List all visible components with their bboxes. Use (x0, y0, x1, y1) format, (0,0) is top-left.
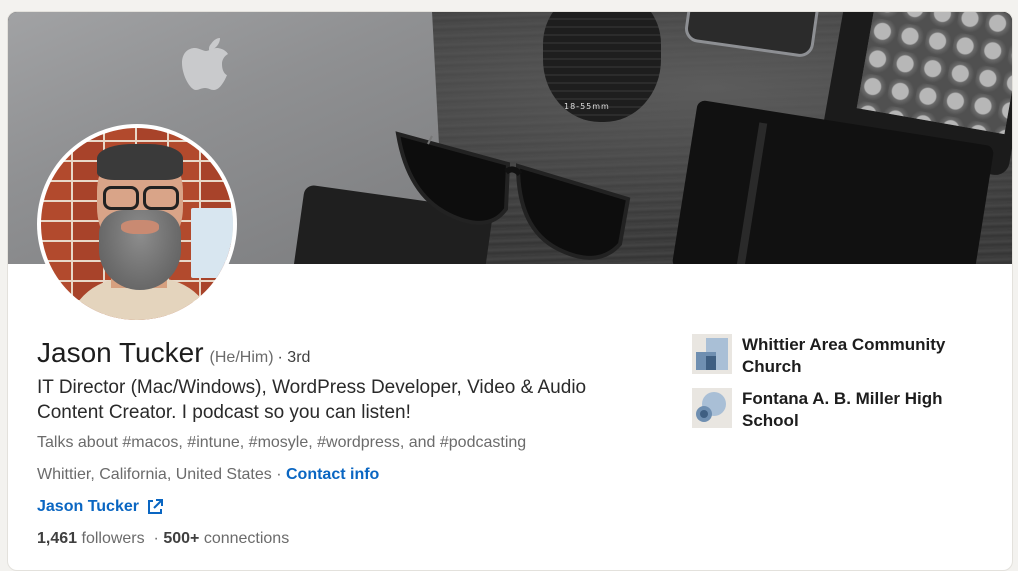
connections-label[interactable]: connections (204, 530, 289, 547)
company-logo-icon (692, 334, 732, 374)
avatar-glasses-left (103, 186, 139, 210)
profile-name: Jason Tucker (37, 337, 204, 368)
apple-logo-icon (182, 38, 228, 90)
location-row: Whittier, California, United States · Co… (37, 466, 379, 484)
avatar-background-poster (191, 208, 233, 278)
profile-stats: 1,461 followers · 500+ connections (37, 530, 289, 548)
avatar-hair (97, 144, 183, 180)
school-logo-icon (692, 388, 732, 428)
avatar-photo (41, 128, 233, 320)
profile-avatar[interactable] (37, 124, 237, 324)
profile-headline: IT Director (Mac/Windows), WordPress Dev… (37, 377, 587, 423)
followers-label: followers (81, 530, 145, 547)
contact-info-link[interactable]: Contact info (286, 466, 379, 483)
connection-degree: · 3rd (277, 349, 311, 366)
organization-name: Whittier Area Community Church (742, 335, 946, 376)
banner-sunglasses (395, 131, 631, 260)
organization-name: Fontana A. B. Miller High School (742, 389, 943, 430)
avatar-mouth (121, 220, 159, 234)
website-link[interactable]: Jason Tucker (37, 498, 163, 516)
website-label: Jason Tucker (37, 498, 139, 515)
external-link-icon (147, 499, 163, 514)
organizations-list: Whittier Area Community Church Fontana A… (692, 334, 992, 442)
location-separator: · (276, 466, 282, 483)
profile-card: 18-55mm Jason Tucker (He/Him) · 3rd IT D… (7, 11, 1013, 571)
organization-item[interactable]: Whittier Area Community Church (692, 334, 992, 378)
profile-location: Whittier, California, United States (37, 466, 272, 483)
name-row: Jason Tucker (He/Him) · 3rd (37, 337, 310, 369)
banner-phone (683, 12, 823, 59)
profile-pronouns: (He/Him) (209, 349, 274, 366)
followers-count: 1,461 (37, 530, 78, 547)
connections-count[interactable]: 500+ (163, 530, 199, 547)
avatar-glasses-right (143, 186, 179, 210)
stats-separator: · (153, 530, 159, 547)
organization-item[interactable]: Fontana A. B. Miller High School (692, 388, 992, 432)
talks-about: Talks about #macos, #intune, #mosyle, #w… (37, 434, 527, 451)
